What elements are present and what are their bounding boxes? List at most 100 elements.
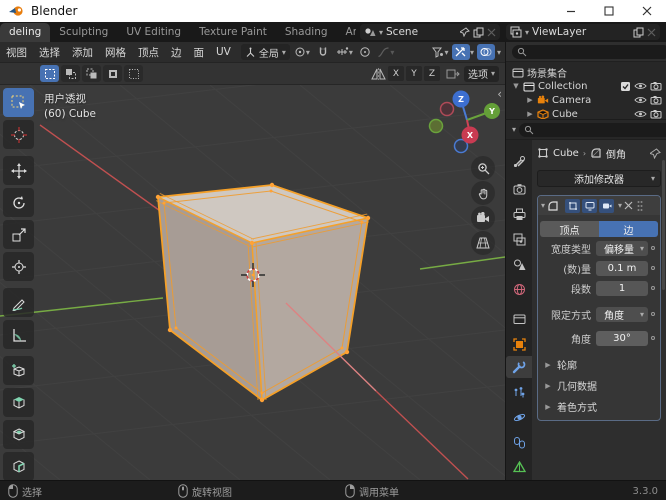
overlays-toggle[interactable]	[476, 44, 495, 60]
outliner-row-camera[interactable]: ▶ Camera	[506, 93, 666, 107]
tool-tweak-select[interactable]	[3, 88, 34, 117]
checkbox-icon[interactable]	[620, 81, 631, 92]
tool-annotate[interactable]	[3, 288, 34, 317]
outliner-search[interactable]	[512, 44, 666, 59]
select-mode-intersect[interactable]	[124, 65, 143, 82]
eye-icon[interactable]	[634, 109, 647, 119]
tab-uv-editing[interactable]: UV Editing	[117, 23, 190, 42]
menu-face[interactable]: 面	[188, 45, 211, 60]
axis-neg-x-ball[interactable]	[439, 101, 455, 117]
viewport-3d[interactable]: Z Y X 用户透视 (60) Cube ‹	[0, 85, 505, 480]
expand-triangle-icon[interactable]: ▼	[512, 82, 520, 90]
angle-field[interactable]: 30°	[596, 330, 648, 346]
close-button[interactable]	[628, 0, 666, 22]
render-visibility-icon[interactable]	[650, 109, 662, 119]
menu-vertex[interactable]: 顶点	[132, 45, 165, 60]
tab-tool[interactable]	[506, 150, 532, 172]
tab-particles[interactable]	[506, 381, 532, 403]
section-profile[interactable]: ▶ 轮廓	[538, 355, 660, 374]
view-layer-selector[interactable]: ▾ ViewLayer	[506, 24, 660, 40]
xray-toggle[interactable]	[451, 44, 470, 60]
animate-dot[interactable]	[648, 312, 658, 316]
tool-inset-faces[interactable]	[3, 420, 34, 449]
tool-measure[interactable]	[3, 320, 34, 349]
select-mode-new[interactable]	[40, 65, 59, 82]
tool-3d-cursor[interactable]	[3, 120, 34, 149]
navigation-gizmo[interactable]: Z Y X	[428, 90, 501, 154]
amount-field[interactable]: 0.1 m	[596, 260, 648, 276]
tool-rotate[interactable]	[3, 188, 34, 217]
new-scene-icon[interactable]	[473, 27, 484, 38]
select-mode-extend[interactable]	[61, 65, 80, 82]
animate-dot[interactable]	[648, 286, 658, 290]
limit-method-dropdown[interactable]: 角度 ▾	[596, 306, 648, 322]
animate-dot[interactable]	[648, 266, 658, 270]
mirror-x-button[interactable]: X	[387, 66, 404, 81]
tab-constraints[interactable]	[506, 431, 532, 453]
mirror-y-button[interactable]: Y	[405, 66, 422, 81]
tab-world[interactable]	[506, 278, 532, 300]
tab-shading[interactable]: Shading	[276, 23, 337, 42]
affect-vertices-button[interactable]: 顶点	[540, 221, 599, 237]
drag-handle-icon[interactable]	[636, 200, 644, 212]
proportional-falloff-dropdown[interactable]: ▾	[377, 44, 395, 60]
new-view-layer-icon[interactable]	[633, 27, 644, 38]
properties-search-input[interactable]	[519, 122, 666, 137]
tab-modifiers[interactable]	[506, 356, 532, 378]
breadcrumb-modifier[interactable]: 倒角	[606, 146, 626, 161]
axis-neg-y-ball[interactable]	[428, 118, 444, 134]
camera-view-button[interactable]	[471, 206, 495, 230]
menu-edge[interactable]: 边	[165, 45, 188, 60]
affect-edges-button[interactable]: 边	[599, 221, 658, 237]
proportional-editing-toggle[interactable]	[356, 44, 374, 60]
section-shading[interactable]: ▶ 着色方式	[538, 397, 660, 416]
breadcrumb-object[interactable]: Cube	[553, 148, 579, 159]
close-modifier-icon[interactable]	[624, 201, 633, 210]
tool-transform[interactable]	[3, 252, 34, 281]
properties-scrollbar[interactable]	[662, 160, 665, 290]
animate-dot[interactable]	[648, 336, 658, 340]
tab-modeling[interactable]: deling	[0, 23, 51, 42]
tab-animation[interactable]: Animation	[337, 23, 356, 42]
menu-select[interactable]: 选择	[33, 45, 66, 60]
transform-orientation-dropdown[interactable]: 全局 ▾	[240, 44, 290, 60]
chevron-down-icon[interactable]: ▾	[512, 125, 516, 134]
tool-move[interactable]	[3, 156, 34, 185]
zoom-button[interactable]	[471, 156, 495, 180]
pin-icon[interactable]	[650, 147, 661, 159]
select-mode-subtract[interactable]	[82, 65, 101, 82]
chevron-down-icon[interactable]: ▾	[497, 48, 501, 57]
select-mode-invert[interactable]	[103, 65, 122, 82]
outliner-search-input[interactable]	[512, 44, 666, 59]
mirror-z-button[interactable]: Z	[423, 66, 440, 81]
menu-add[interactable]: 添加	[66, 45, 99, 60]
tool-extrude-region[interactable]	[3, 388, 34, 417]
tool-bevel[interactable]	[3, 452, 34, 480]
pan-button[interactable]	[471, 181, 495, 205]
realtime-display-toggle[interactable]	[582, 198, 598, 213]
tab-texture-paint[interactable]: Texture Paint	[190, 23, 276, 42]
tab-render[interactable]	[506, 178, 532, 200]
tab-object-data[interactable]	[506, 456, 532, 478]
cube-mesh[interactable]	[155, 182, 371, 403]
outliner-row-scene-collection[interactable]: 场景集合	[506, 65, 666, 80]
modifier-extras-dropdown[interactable]: ▾	[618, 201, 622, 210]
scene-selector[interactable]: ▾ Scene	[360, 24, 500, 40]
tab-sculpting[interactable]: Sculpting	[50, 23, 117, 42]
tab-collection[interactable]	[506, 308, 532, 330]
render-visibility-icon[interactable]	[650, 95, 662, 105]
menu-view[interactable]: 视图	[0, 45, 33, 60]
toggle-perspective-button[interactable]	[471, 231, 495, 255]
tool-scale[interactable]	[3, 220, 34, 249]
width-type-dropdown[interactable]: 偏移量 ▾	[596, 240, 648, 256]
panel-expand-icon[interactable]: ▾	[541, 201, 545, 210]
tab-physics[interactable]	[506, 406, 532, 428]
snap-target-dropdown[interactable]: ▾	[335, 44, 353, 60]
pivot-point-dropdown[interactable]: ▾	[293, 44, 311, 60]
maximize-button[interactable]	[590, 0, 628, 22]
chevron-down-icon[interactable]: ▾	[470, 48, 474, 57]
modifier-panel-header[interactable]: ▾ ▾	[538, 196, 660, 215]
menu-uv[interactable]: UV	[210, 46, 237, 58]
segments-field[interactable]: 1	[596, 280, 648, 296]
menu-mesh[interactable]: 网格	[99, 45, 132, 60]
